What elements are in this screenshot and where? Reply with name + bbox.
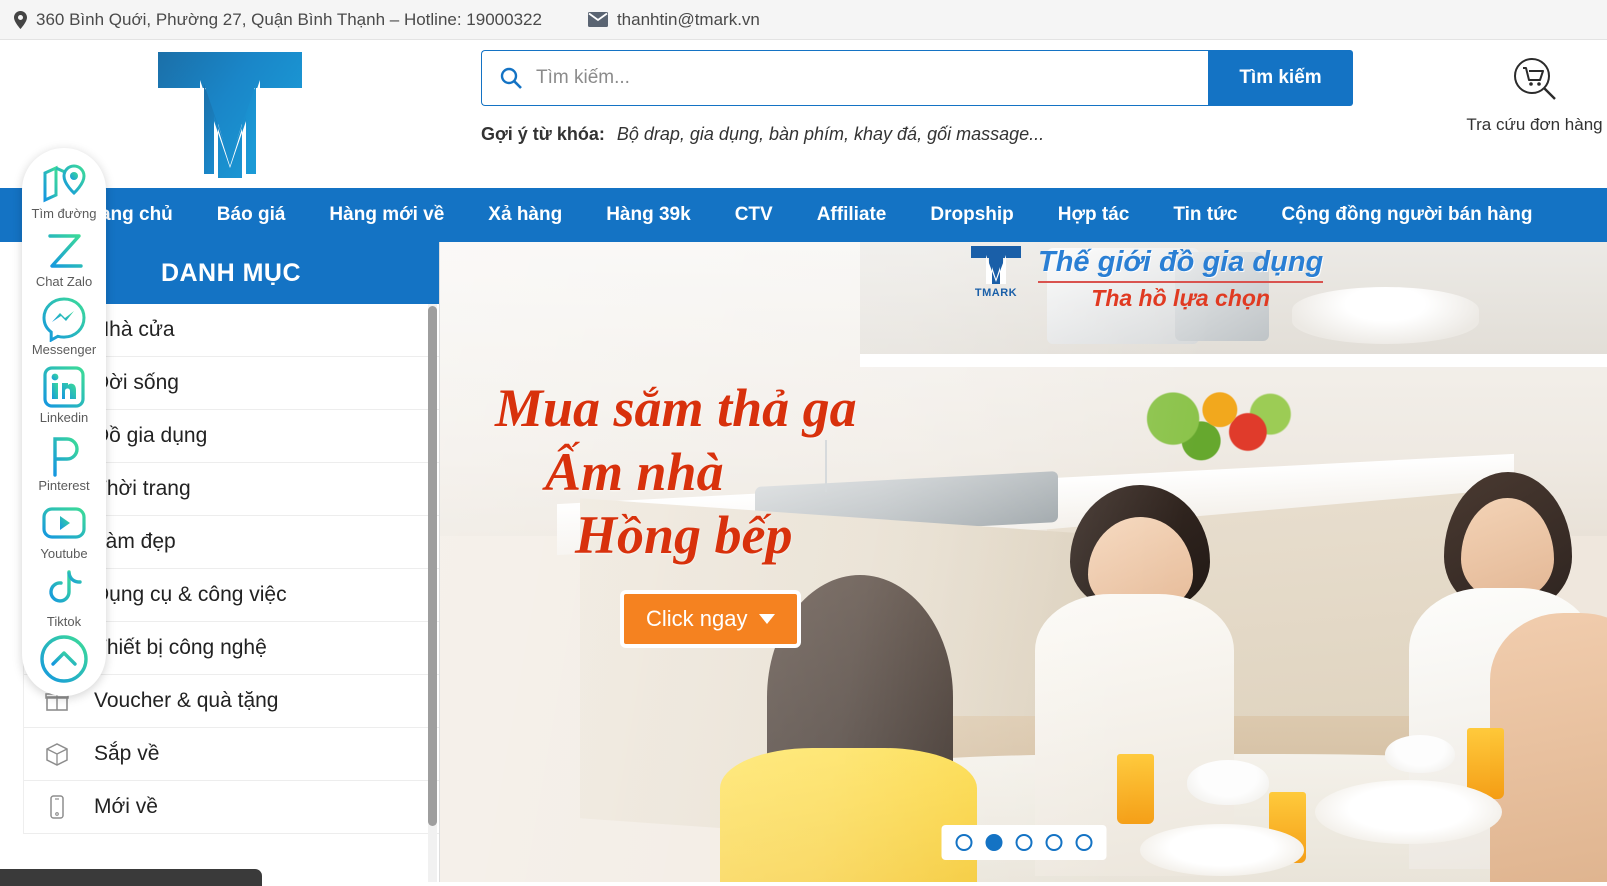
social-label: Pinterest bbox=[38, 478, 90, 493]
carousel-dots bbox=[941, 825, 1106, 860]
main-navigation: Trang chủ Báo giá Hàng mới về Xả hàng Hà… bbox=[0, 188, 1607, 242]
carousel-dot-2[interactable] bbox=[985, 834, 1002, 851]
sidebar-item-sap-ve[interactable]: Sắp về bbox=[24, 728, 439, 781]
search-row: Tìm kiếm bbox=[481, 50, 1353, 106]
search-block: Tìm kiếm Gợi ý từ khóa: Bộ drap, gia dụn… bbox=[481, 50, 1353, 145]
sidebar-label: Voucher & quà tặng bbox=[94, 689, 279, 712]
tmark-logo-icon bbox=[158, 52, 302, 178]
linkedin-icon bbox=[38, 361, 90, 413]
sidebar-label: Thiết bị công nghệ bbox=[94, 636, 267, 659]
tmark-small-logo-icon bbox=[971, 246, 1021, 284]
location-pin-icon bbox=[14, 10, 27, 29]
chevron-up-circle-icon bbox=[38, 633, 90, 685]
nav-item-cong-dong[interactable]: Cộng đồng người bán hàng bbox=[1259, 188, 1554, 242]
messenger-icon bbox=[38, 293, 90, 345]
sidebar-label: Sắp về bbox=[94, 742, 160, 765]
nav-item-hang-39k[interactable]: Hàng 39k bbox=[584, 188, 712, 242]
social-label: Tìm đường bbox=[31, 206, 97, 221]
nav-item-xa-hang[interactable]: Xả hàng bbox=[466, 188, 584, 242]
cart-search-icon bbox=[1510, 54, 1560, 109]
hero-banner[interactable]: TMARK Thế giới đồ gia dụng Tha hồ lựa ch… bbox=[440, 242, 1607, 882]
phone-icon bbox=[40, 790, 74, 824]
email-text: thanhtin@tmark.vn bbox=[616, 9, 760, 29]
social-item-pinterest[interactable]: Pinterest bbox=[22, 426, 106, 494]
pinterest-icon bbox=[38, 429, 90, 481]
search-icon bbox=[500, 67, 522, 89]
sidebar-label: Nhà cửa bbox=[94, 318, 175, 341]
nav-item-hang-moi-ve[interactable]: Hàng mới về bbox=[307, 188, 466, 242]
zalo-icon bbox=[38, 225, 90, 277]
search-input[interactable] bbox=[536, 67, 1208, 89]
keyword-list[interactable]: Bộ drap, gia dụng, bàn phím, khay đá, gố… bbox=[617, 124, 1044, 145]
banner-tagline-secondary: Tha hồ lựa chọn bbox=[1091, 285, 1270, 311]
order-lookup-button[interactable]: Tra cứu đơn hàng bbox=[1447, 54, 1607, 135]
sidebar-label: Dụng cụ & công việc bbox=[94, 583, 287, 606]
carousel-dot-1[interactable] bbox=[955, 834, 972, 851]
sidebar-label: Đồ gia dụng bbox=[94, 424, 208, 447]
email-contact[interactable]: thanhtin@tmark.vn bbox=[587, 9, 760, 30]
search-button[interactable]: Tìm kiếm bbox=[1208, 50, 1353, 106]
youtube-icon bbox=[38, 497, 90, 549]
social-label: Linkedin bbox=[39, 410, 89, 425]
banner-logo-text: TMARK bbox=[974, 287, 1018, 299]
social-item-tiktok[interactable]: Tiktok bbox=[22, 562, 106, 630]
tiktok-icon bbox=[38, 565, 90, 617]
map-pin-icon bbox=[38, 157, 90, 209]
scroll-to-top-button[interactable] bbox=[22, 630, 106, 686]
banner-brand-block: TMARK Thế giới đồ gia dụng Tha hồ lựa ch… bbox=[968, 244, 1324, 312]
keyword-label: Gợi ý từ khóa: bbox=[481, 124, 605, 144]
site-header: Tìm kiếm Gợi ý từ khóa: Bộ drap, gia dụn… bbox=[0, 40, 1607, 188]
nav-item-tin-tuc[interactable]: Tin tức bbox=[1151, 188, 1259, 242]
banner-tagline-primary: Thế giới đồ gia dụng bbox=[1038, 246, 1324, 283]
social-label: Chat Zalo bbox=[35, 274, 93, 289]
sidebar-label: Làm đẹp bbox=[94, 530, 176, 553]
nav-item-hop-tac[interactable]: Hợp tác bbox=[1036, 188, 1152, 242]
nav-item-bao-gia[interactable]: Báo giá bbox=[195, 188, 308, 242]
sidebar-label: Mới về bbox=[94, 795, 158, 818]
carousel-dot-3[interactable] bbox=[1015, 834, 1032, 851]
content-area: DANH MỤC Nhà cửa Đời sống Đồ gia dụng Th… bbox=[0, 242, 1607, 882]
address-hotline: 360 Bình Quới, Phường 27, Quận Bình Thạn… bbox=[14, 10, 542, 30]
envelope-icon bbox=[587, 12, 608, 27]
social-label: Youtube bbox=[40, 546, 88, 561]
sidebar-item-moi-ve[interactable]: Mới về bbox=[24, 781, 439, 834]
social-item-linkedin[interactable]: Linkedin bbox=[22, 358, 106, 426]
banner-headline-3: Hồng bếp bbox=[575, 505, 793, 566]
social-item-tim-duong[interactable]: Tìm đường bbox=[22, 154, 106, 222]
carousel-dot-5[interactable] bbox=[1075, 834, 1092, 851]
banner-brand-lines: Thế giới đồ gia dụng Tha hồ lựa chọn bbox=[1038, 244, 1324, 312]
keyword-suggestions: Gợi ý từ khóa: Bộ drap, gia dụng, bàn ph… bbox=[481, 124, 1353, 145]
browser-status-bar bbox=[0, 869, 262, 886]
sidebar-label: Đời sống bbox=[94, 371, 179, 394]
social-item-youtube[interactable]: Youtube bbox=[22, 494, 106, 562]
carousel-dot-4[interactable] bbox=[1045, 834, 1062, 851]
banner-logo: TMARK bbox=[968, 244, 1024, 299]
banner-cta-button[interactable]: Click ngay bbox=[620, 590, 802, 649]
nav-item-affiliate[interactable]: Affiliate bbox=[795, 188, 909, 242]
chevron-down-icon bbox=[759, 614, 776, 625]
banner-cta-label: Click ngay bbox=[646, 606, 748, 632]
floating-social-widget: Tìm đường Chat Zalo Messenger Linkedin P… bbox=[22, 148, 106, 696]
social-item-chat-zalo[interactable]: Chat Zalo bbox=[22, 222, 106, 290]
top-info-bar: 360 Bình Quới, Phường 27, Quận Bình Thạn… bbox=[0, 0, 1607, 40]
site-logo[interactable] bbox=[155, 40, 305, 190]
address-text: 360 Bình Quới, Phường 27, Quận Bình Thạn… bbox=[36, 9, 542, 29]
nav-item-ctv[interactable]: CTV bbox=[713, 188, 795, 242]
sidebar-label: Thời trang bbox=[94, 477, 191, 500]
box-icon bbox=[40, 737, 74, 771]
social-label: Messenger bbox=[31, 342, 97, 357]
social-label: Tiktok bbox=[46, 614, 82, 629]
order-lookup-label: Tra cứu đơn hàng bbox=[1466, 115, 1603, 134]
search-field-wrap[interactable] bbox=[481, 50, 1208, 106]
nav-item-dropship[interactable]: Dropship bbox=[908, 188, 1035, 242]
banner-headline-1: Mua sắm thả ga bbox=[495, 378, 857, 438]
sidebar-scrollbar-thumb[interactable] bbox=[428, 306, 437, 826]
social-item-messenger[interactable]: Messenger bbox=[22, 290, 106, 358]
banner-copy: Mua sắm thả ga Ấm nhà Hồng bếp Click nga… bbox=[495, 377, 857, 649]
banner-headline-2: Ấm nhà bbox=[545, 441, 724, 502]
